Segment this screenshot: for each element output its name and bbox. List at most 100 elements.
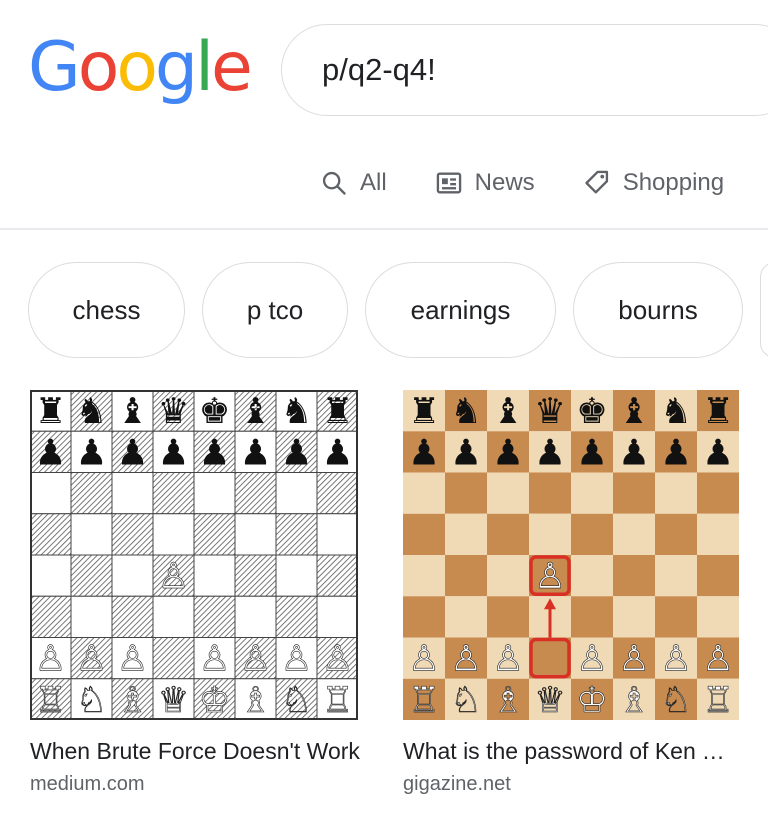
board-square <box>275 554 318 597</box>
board-square <box>655 555 697 597</box>
board-square <box>234 513 277 556</box>
chip-earnings[interactable]: earnings <box>365 262 556 358</box>
board-square <box>697 513 739 555</box>
search-icon <box>322 171 346 195</box>
board-square <box>316 472 358 515</box>
search-input[interactable] <box>322 52 742 88</box>
board-square <box>571 555 613 597</box>
board-square <box>655 472 697 514</box>
board-square <box>111 595 154 638</box>
header-divider <box>0 228 768 230</box>
white-rook-piece: ♖ <box>35 680 67 720</box>
board-square <box>529 637 571 679</box>
chip-bourns[interactable]: bourns <box>573 262 743 358</box>
board-square <box>30 554 72 597</box>
white-bishop-piece: ♗ <box>618 680 650 720</box>
board-square <box>403 555 445 597</box>
black-bishop-piece: ♝ <box>240 391 272 432</box>
board-square <box>697 472 739 514</box>
white-pawn-piece: ♙ <box>618 639 650 680</box>
board-square <box>613 555 655 597</box>
board-square <box>30 472 72 515</box>
logo-letter-o-1: o <box>77 28 120 107</box>
black-pawn-piece: ♟ <box>281 432 313 473</box>
white-pawn-piece: ♙ <box>702 639 734 680</box>
board-square <box>193 595 236 638</box>
board-square <box>234 472 277 515</box>
white-rook-piece: ♖ <box>322 680 354 720</box>
tab-shopping[interactable]: Shopping <box>583 160 724 206</box>
black-pawn-piece: ♟ <box>408 432 440 473</box>
white-king-piece: ♔ <box>576 680 608 720</box>
image-result-2[interactable]: ♜ ♞ ♝ ♛ ♚ ♝ ♞ ♜ ♟ ♟ ♟ ♟ ♟ ♟ ♟ ♟ ♙ ♙ ♙ ♙ ♙ ♙ ♙ ♙ ♖ ♘ ♗ ♕ ♔ ♗ ♘ ♖ What is… <box>403 390 739 796</box>
black-pawn-piece: ♟ <box>199 432 231 473</box>
board-square <box>403 513 445 555</box>
board-square <box>697 596 739 638</box>
white-pawn-piece: ♙ <box>450 639 482 680</box>
tab-news[interactable]: News <box>435 160 535 206</box>
chip-chess[interactable]: chess <box>28 262 185 358</box>
board-square <box>70 513 113 556</box>
black-bishop-piece: ♝ <box>618 391 650 432</box>
black-pawn-piece: ♟ <box>576 432 608 473</box>
black-rook-piece: ♜ <box>35 391 67 432</box>
board-square <box>193 472 236 515</box>
black-rook-piece: ♜ <box>322 391 354 432</box>
chessboard-image-1[interactable]: ♜ ♞ ♝ ♛ ♚ ♝ ♞ ♜♟ ♟ ♟ ♟ ♟ ♟ ♟ ♟♙♙ ♙ ♙ ♙ ♙ ♙ ♙♖ ♘ ♗ ♕ ♔ ♗ ♘ ♖ <box>30 390 358 720</box>
chip-p-tco[interactable]: p tco <box>202 262 348 358</box>
google-logo[interactable]: Google <box>28 28 253 107</box>
related-search-chips: chess p tco earnings bourns <box>28 262 768 358</box>
board-square <box>275 595 318 638</box>
board-square <box>70 554 113 597</box>
white-pawn-piece: ♙ <box>660 639 692 680</box>
search-box[interactable] <box>281 24 768 116</box>
white-pawn-piece: ♙ <box>158 556 190 597</box>
board-square <box>70 472 113 515</box>
white-knight-piece: ♘ <box>76 680 108 720</box>
white-knight-piece: ♘ <box>660 680 692 720</box>
chessboard-image-2[interactable]: ♜ ♞ ♝ ♛ ♚ ♝ ♞ ♜♟ ♟ ♟ ♟ ♟ ♟ ♟ ♟♙♙ ♙ ♙ ♙ ♙ ♙ ♙♖ ♘ ♗ ♕ ♔ ♗ ♘ ♖ <box>403 390 739 720</box>
board-square <box>111 472 154 515</box>
white-queen-piece: ♕ <box>534 680 566 720</box>
board-square <box>193 513 236 556</box>
tab-news-label: News <box>474 169 535 196</box>
black-pawn-piece: ♟ <box>117 432 149 473</box>
logo-letter-o-2: o <box>116 28 158 107</box>
white-bishop-piece: ♗ <box>240 680 272 720</box>
board-square <box>316 554 358 597</box>
board-square <box>403 596 445 638</box>
logo-letter-e: e <box>211 28 253 107</box>
result-source: gigazine.net <box>403 773 511 795</box>
black-king-piece: ♚ <box>199 391 231 432</box>
black-knight-piece: ♞ <box>76 391 108 432</box>
tag-icon <box>585 170 608 194</box>
board-square <box>487 555 529 597</box>
board-square <box>571 596 613 638</box>
result-title[interactable]: What is the password of Ken Thompson <box>403 738 733 765</box>
tab-all[interactable]: All <box>320 160 387 206</box>
result-source: medium.com <box>30 773 145 795</box>
board-square <box>445 513 487 555</box>
black-knight-piece: ♞ <box>450 391 482 432</box>
board-square <box>529 472 571 514</box>
board-square <box>487 596 529 638</box>
black-pawn-piece: ♟ <box>76 432 108 473</box>
black-pawn-piece: ♟ <box>158 432 190 473</box>
board-square <box>529 513 571 555</box>
black-pawn-piece: ♟ <box>702 432 734 473</box>
search-tabs: All News Shopping <box>320 160 768 206</box>
news-icon <box>436 172 461 194</box>
board-square <box>316 595 358 638</box>
logo-letter-l: l <box>195 28 214 107</box>
white-pawn-piece: ♙ <box>35 639 67 680</box>
white-knight-piece: ♘ <box>450 680 482 720</box>
result-title[interactable]: When Brute Force Doesn't Work <box>30 738 360 765</box>
chip-partial[interactable] <box>760 262 768 358</box>
board-square <box>613 472 655 514</box>
logo-letter-g-2: g <box>154 28 198 107</box>
board-square <box>234 554 277 597</box>
white-pawn-piece: ♙ <box>240 639 272 680</box>
white-bishop-piece: ♗ <box>117 680 149 720</box>
image-result-1[interactable]: ♜ ♞ ♝ ♛ ♚ ♝ ♞ ♜ ♟ ♟ ♟ ♟ ♟ ♟ ♟ ♟ ♙ ♙ ♙ ♙ ♙ ♙ ♙ ♙ ♖ ♘ ♗ ♕ ♔ ♗ ♘ ♖ When Br… <box>30 390 360 796</box>
white-pawn-piece: ♙ <box>76 639 108 680</box>
